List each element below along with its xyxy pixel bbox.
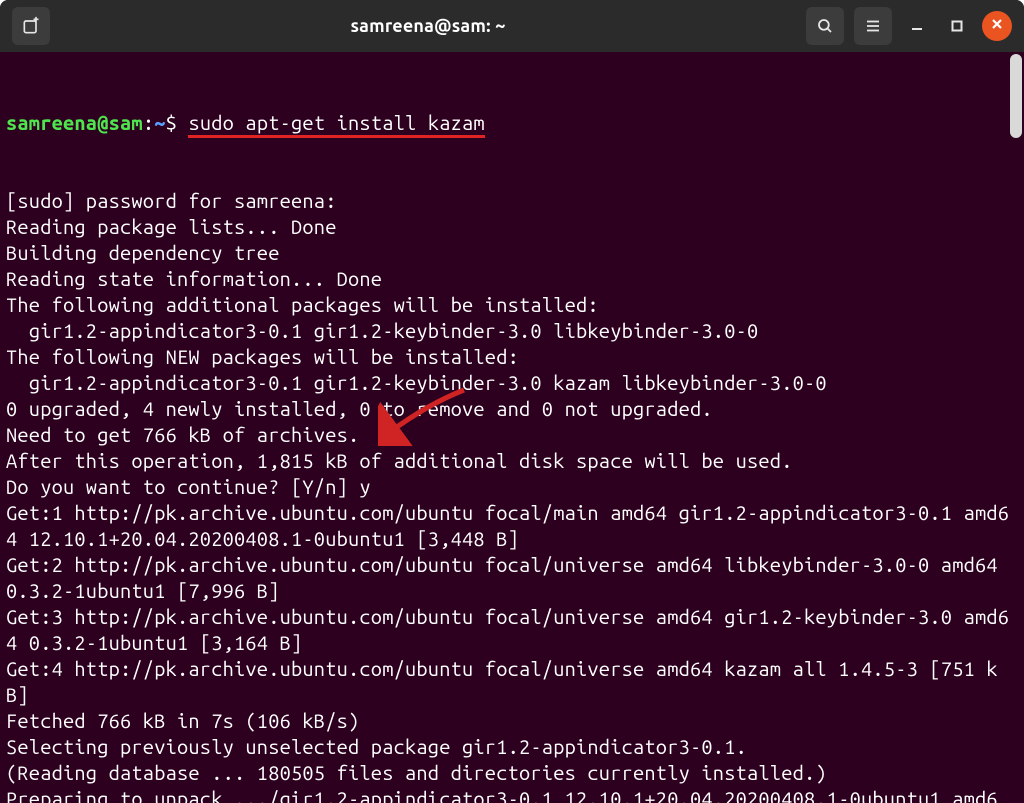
terminal-line: Selecting previously unselected package … <box>6 734 1014 760</box>
terminal-line: Need to get 766 kB of archives. <box>6 422 1014 448</box>
scrollbar-track[interactable] <box>1010 52 1022 803</box>
terminal-line: Building dependency tree <box>6 240 1014 266</box>
close-button[interactable] <box>982 11 1012 41</box>
terminal-line: gir1.2-appindicator3-0.1 gir1.2-keybinde… <box>6 370 1014 396</box>
prompt-at: @ <box>97 111 108 134</box>
terminal-output: [sudo] password for samreena:Reading pac… <box>6 188 1014 803</box>
terminal-line: After this operation, 1,815 kB of additi… <box>6 448 1014 474</box>
terminal-line: Get:4 http://pk.archive.ubuntu.com/ubunt… <box>6 656 1014 708</box>
terminal-line: Fetched 766 kB in 7s (106 kB/s) <box>6 708 1014 734</box>
search-icon <box>816 17 834 35</box>
prompt-dollar: $ <box>166 111 189 134</box>
terminal-line: gir1.2-appindicator3-0.1 gir1.2-keybinde… <box>6 318 1014 344</box>
terminal-line: Preparing to unpack .../gir1.2-appindica… <box>6 786 1014 803</box>
search-button[interactable] <box>806 7 844 45</box>
window-controls <box>902 11 1012 41</box>
window-title: samreena@sam: ~ <box>60 16 796 36</box>
terminal-line: The following additional packages will b… <box>6 292 1014 318</box>
hamburger-menu-icon <box>864 17 882 35</box>
terminal-line: (Reading database ... 180505 files and d… <box>6 760 1014 786</box>
terminal-line: Get:2 http://pk.archive.ubuntu.com/ubunt… <box>6 552 1014 604</box>
terminal-line: Reading state information... Done <box>6 266 1014 292</box>
prompt-host: sam <box>109 111 143 134</box>
prompt-user: samreena <box>6 111 97 134</box>
menu-button[interactable] <box>854 7 892 45</box>
minimize-button[interactable] <box>902 11 932 41</box>
terminal-window: samreena@sam: ~ <box>0 0 1024 803</box>
terminal-line: The following NEW packages will be insta… <box>6 344 1014 370</box>
terminal-viewport[interactable]: samreena@sam:~$ sudo apt-get install kaz… <box>0 52 1024 803</box>
titlebar: samreena@sam: ~ <box>0 0 1024 52</box>
terminal-line: 0 upgraded, 4 newly installed, 0 to remo… <box>6 396 1014 422</box>
prompt-path: ~ <box>154 111 165 134</box>
maximize-icon <box>950 19 964 33</box>
maximize-button[interactable] <box>942 11 972 41</box>
prompt-colon: : <box>143 111 154 134</box>
terminal-line: Get:1 http://pk.archive.ubuntu.com/ubunt… <box>6 500 1014 552</box>
command-text: sudo apt-get install kazam <box>188 111 484 138</box>
minimize-icon <box>910 19 924 33</box>
close-icon <box>990 17 1004 35</box>
scrollbar-thumb[interactable] <box>1010 54 1022 138</box>
new-tab-icon <box>21 16 41 36</box>
new-tab-button[interactable] <box>12 7 50 45</box>
terminal-line: Get:3 http://pk.archive.ubuntu.com/ubunt… <box>6 604 1014 656</box>
terminal-line: Do you want to continue? [Y/n] y <box>6 474 1014 500</box>
terminal-line: [sudo] password for samreena: <box>6 188 1014 214</box>
terminal-line: Reading package lists... Done <box>6 214 1014 240</box>
prompt-line: samreena@sam:~$ sudo apt-get install kaz… <box>6 110 1014 136</box>
